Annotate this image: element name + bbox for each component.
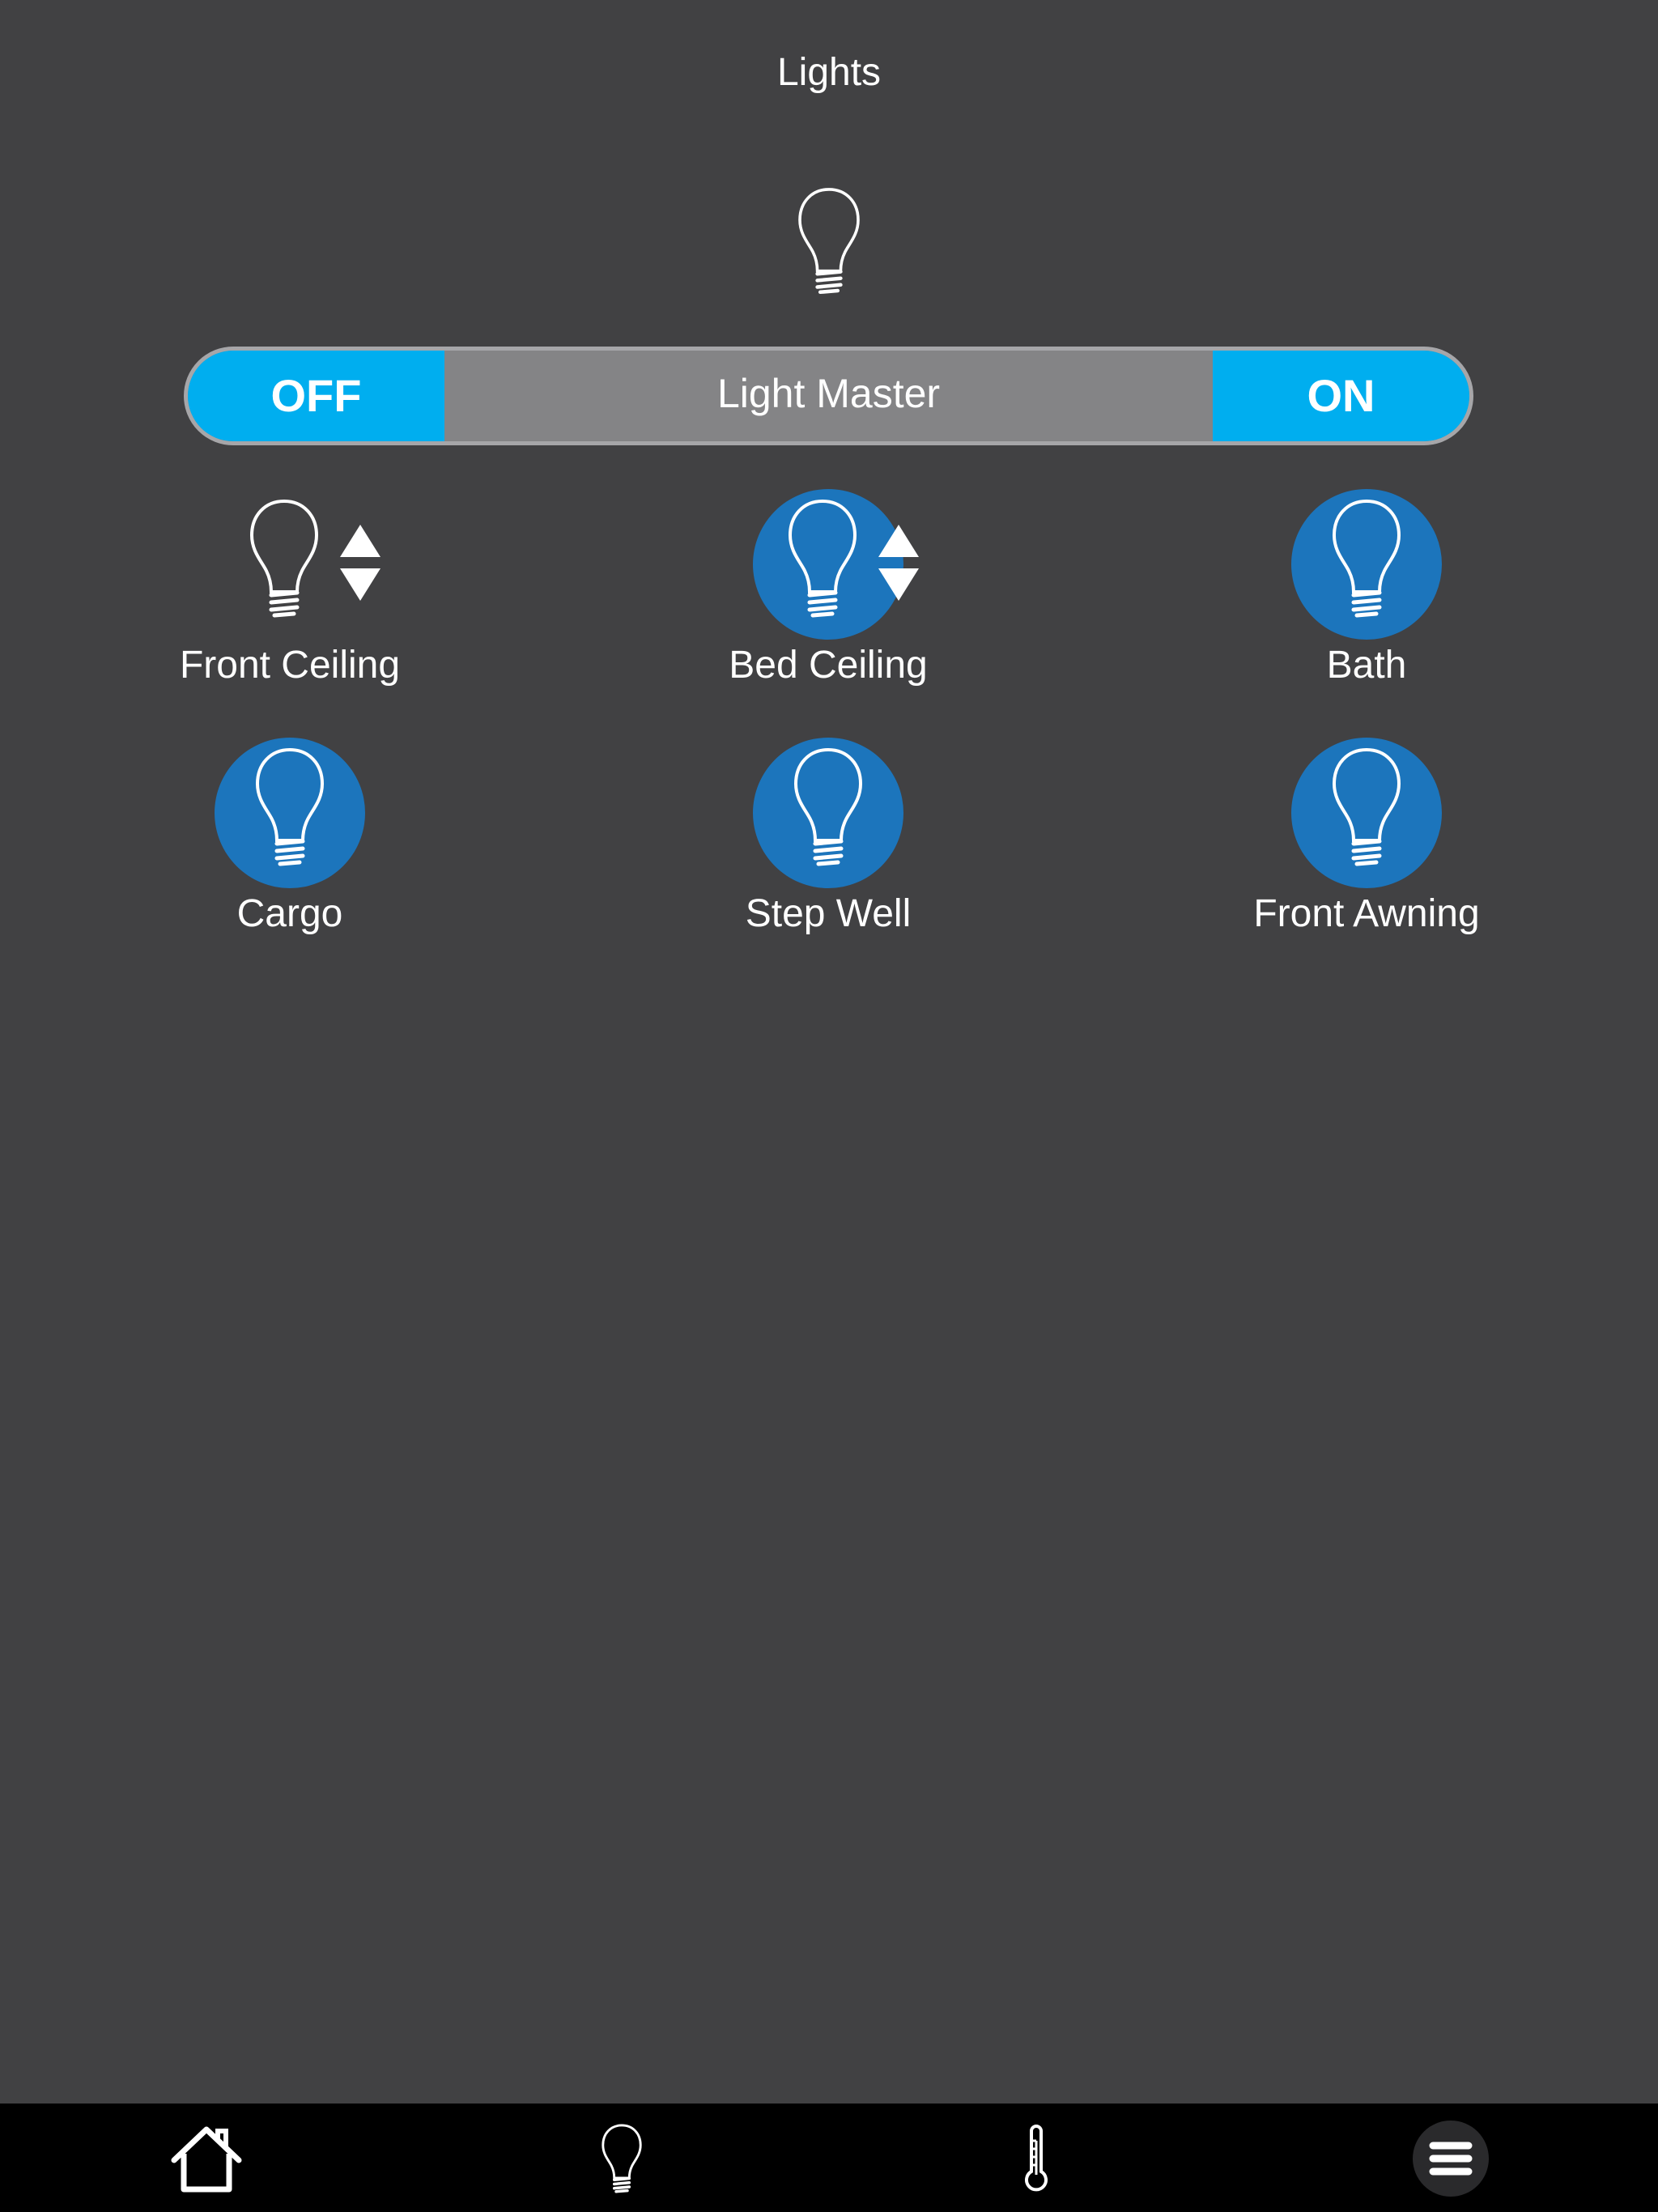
light-cargo[interactable]: Cargo [128, 738, 452, 935]
lightbulb-on-icon [255, 747, 325, 866]
light-bath[interactable]: Bath [1205, 489, 1528, 687]
light-label: Bath [1326, 644, 1407, 687]
light-label: Front Awning [1253, 892, 1480, 935]
light-front-ceiling[interactable]: Front Ceiling [128, 489, 452, 687]
home-icon [171, 2126, 242, 2193]
lightbulb-off-icon [249, 499, 319, 618]
light-master-control: OFF Light Master ON [184, 347, 1473, 445]
light-bed-ceiling[interactable]: Bed Ceiling [666, 489, 990, 687]
lightbulb-on-icon [788, 499, 857, 618]
thermometer-icon [1025, 2125, 1048, 2192]
nav-menu-button[interactable] [1368, 2104, 1530, 2212]
menu-icon [1413, 2121, 1489, 2197]
nav-climate-button[interactable] [954, 2104, 1116, 2212]
light-label: Cargo [236, 892, 343, 935]
light-label: Bed Ceiling [729, 644, 928, 687]
page-title: Lights [776, 51, 882, 94]
light-step-well[interactable]: Step Well [666, 738, 990, 935]
dimmer-arrows-icon[interactable] [878, 525, 919, 601]
light-label: Step Well [745, 892, 912, 935]
nav-home-button[interactable] [125, 2104, 287, 2212]
light-label: Front Ceiling [179, 644, 401, 687]
bottom-nav [0, 2104, 1658, 2212]
lights-screen: Lights OFF Light Master ON Front Ceiling [0, 0, 1658, 2212]
master-off-button[interactable]: OFF [188, 351, 444, 441]
lightbulb-on-icon [1332, 747, 1401, 866]
lightbulb-on-icon [793, 747, 863, 866]
nav-lights-button[interactable] [540, 2104, 702, 2212]
master-on-button[interactable]: ON [1213, 351, 1469, 441]
master-label: Light Master [716, 371, 941, 416]
lightbulb-icon [798, 188, 860, 295]
lightbulb-icon [602, 2124, 642, 2193]
dimmer-arrows-icon[interactable] [340, 525, 380, 601]
light-front-awning[interactable]: Front Awning [1205, 738, 1528, 935]
lightbulb-on-icon [1332, 499, 1401, 618]
